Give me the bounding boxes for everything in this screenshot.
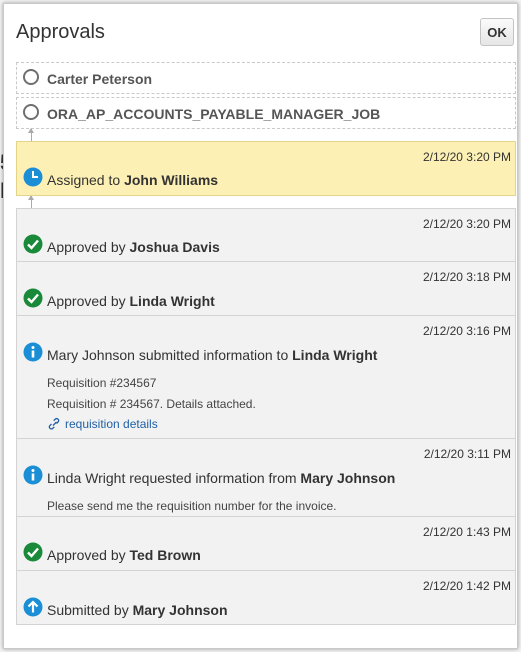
entry-text: Linda Wright requested information from … — [47, 470, 395, 486]
history-entry: 2/12/20 1:42 PM Submitted by Mary Johnso… — [16, 570, 516, 625]
check-icon — [23, 234, 43, 254]
actor-name: Joshua Davis — [129, 239, 220, 255]
ok-button[interactable]: OK — [480, 18, 514, 46]
timestamp: 2/12/20 3:16 PM — [422, 324, 511, 338]
entry-text: Approved by Ted Brown — [47, 547, 201, 563]
history-entry: 2/12/20 3:11 PM Linda Wright requested i… — [16, 438, 516, 517]
actor-name: Linda Wright — [129, 293, 215, 309]
entry-prefix: Approved by — [47, 293, 130, 309]
connector-arrow-icon — [28, 128, 34, 133]
entry-prefix: Mary Johnson submitted information to — [47, 347, 293, 363]
entry-text: Approved by Joshua Davis — [47, 239, 220, 255]
timestamp: 2/12/20 3:11 PM — [423, 447, 511, 461]
future-approver-row: ORA_AP_ACCOUNTS_PAYABLE_MANAGER_JOB — [16, 97, 516, 129]
entry-prefix: Approved by — [47, 547, 130, 563]
entry-text: Mary Johnson submitted information to Li… — [47, 347, 377, 363]
approver-name: Carter Peterson — [47, 71, 153, 87]
pending-circle-icon — [23, 104, 39, 120]
entry-text: Submitted by Mary Johnson — [47, 602, 228, 618]
entry-prefix: Approved by — [47, 239, 130, 255]
attachment-link-icon — [48, 417, 60, 430]
info-icon — [23, 465, 43, 485]
actor-name: Linda Wright — [292, 347, 378, 363]
timestamp: 2/12/20 3:18 PM — [422, 270, 511, 284]
entry-text: Approved by Linda Wright — [47, 293, 215, 309]
entry-prefix: Submitted by — [47, 602, 133, 618]
clock-icon — [23, 167, 43, 187]
approvals-dialog: Approvals OK Carter Peterson ORA_AP_ACCO… — [3, 3, 518, 649]
entry-detail: Please send me the requisition number fo… — [47, 499, 337, 513]
arrow-up-icon — [23, 597, 43, 617]
entry-detail: Requisition #234567 — [47, 376, 157, 390]
history-entry-current: 2/12/20 3:20 PM Assigned to John William… — [16, 141, 516, 196]
check-icon — [23, 542, 43, 562]
info-icon — [23, 342, 43, 362]
approver-name: ORA_AP_ACCOUNTS_PAYABLE_MANAGER_JOB — [47, 106, 381, 122]
entry-text: Assigned to John Williams — [47, 172, 218, 188]
history-entry: 2/12/20 3:18 PM Approved by Linda Wright — [16, 261, 516, 316]
link-label: requisition details — [65, 417, 158, 431]
entry-prefix: Linda Wright requested information from — [47, 470, 301, 486]
requisition-details-link[interactable]: requisition details — [47, 417, 158, 431]
dialog-title: Approvals — [16, 21, 105, 43]
actor-name: Mary Johnson — [132, 602, 228, 618]
timestamp: 2/12/20 3:20 PM — [422, 150, 511, 164]
actor-name: John Williams — [124, 172, 219, 188]
actor-name: Mary Johnson — [300, 470, 396, 486]
history-entry: 2/12/20 3:16 PM Mary Johnson submitted i… — [16, 315, 516, 439]
check-icon — [23, 288, 43, 308]
entry-prefix: Assigned to — [47, 172, 125, 188]
future-approver-row: Carter Peterson — [16, 62, 516, 94]
pending-circle-icon — [23, 69, 39, 85]
timestamp: 2/12/20 1:43 PM — [422, 525, 511, 539]
entry-detail: Requisition # 234567. Details attached. — [47, 397, 256, 411]
timestamp: 2/12/20 1:42 PM — [422, 579, 511, 593]
history-entry: 2/12/20 1:43 PM Approved by Ted Brown — [16, 516, 516, 571]
actor-name: Ted Brown — [129, 547, 201, 563]
history-entry: 2/12/20 3:20 PM Approved by Joshua Davis — [16, 208, 516, 262]
timestamp: 2/12/20 3:20 PM — [422, 217, 511, 231]
